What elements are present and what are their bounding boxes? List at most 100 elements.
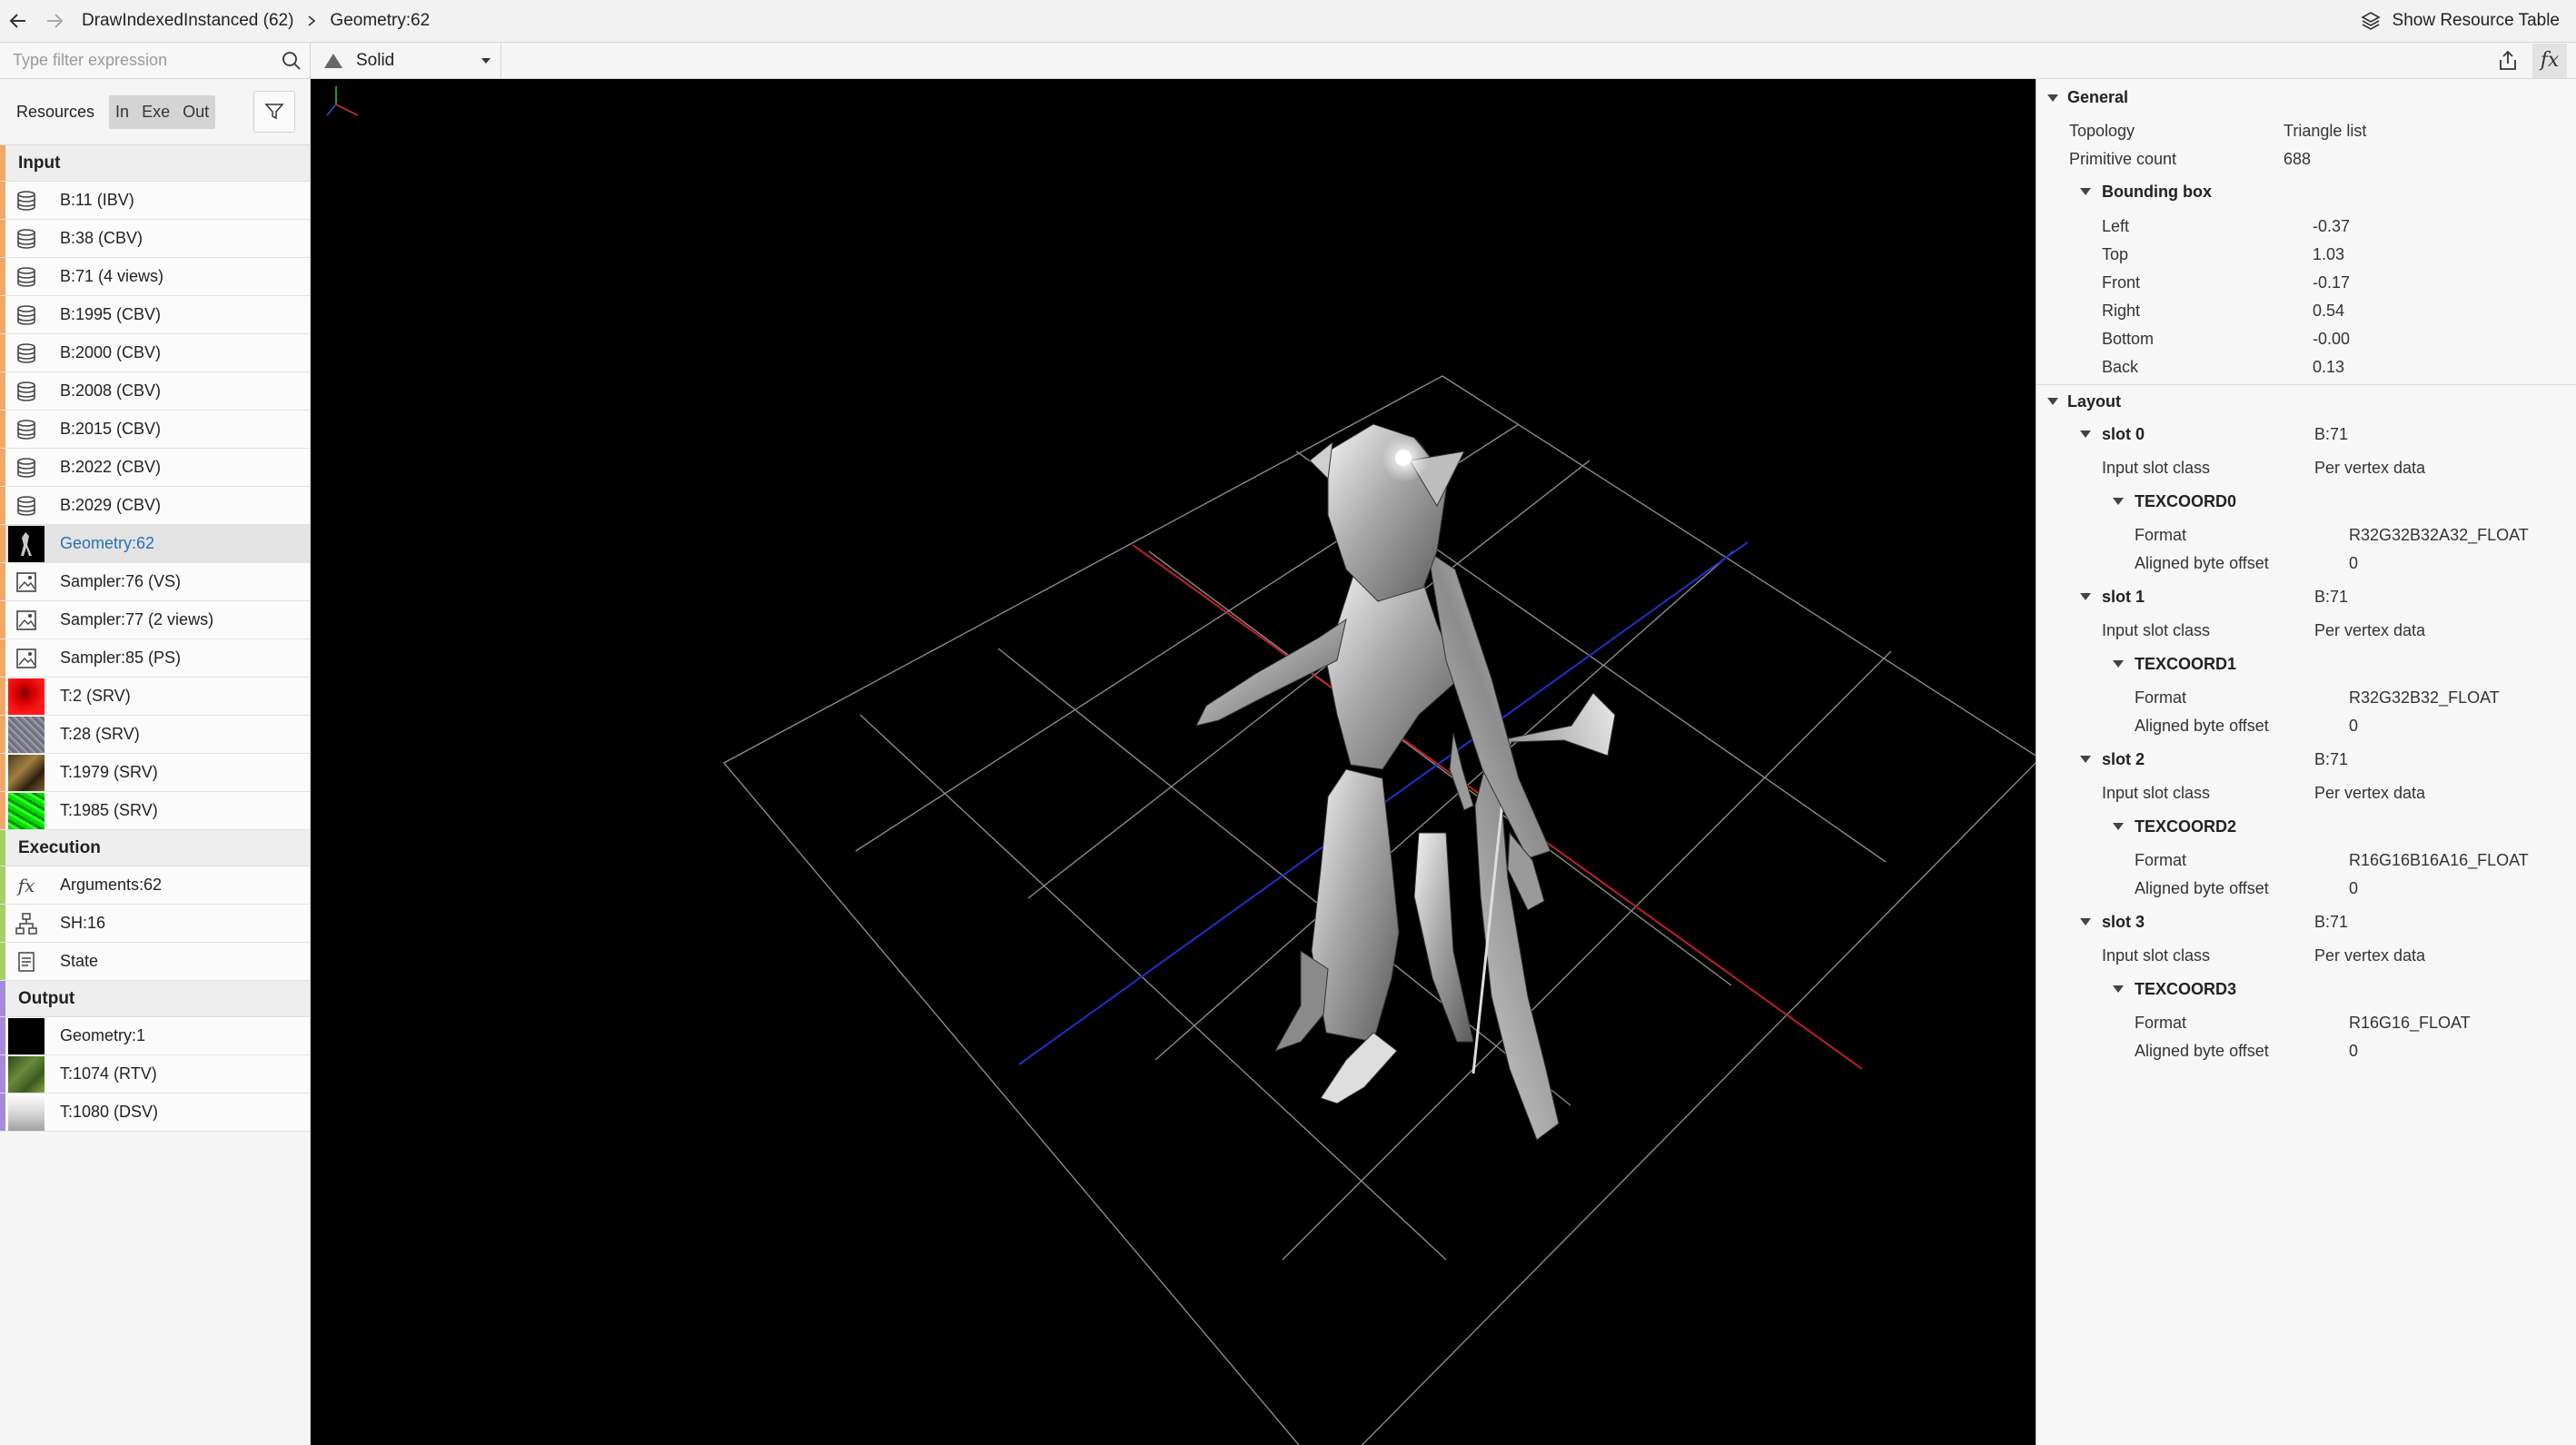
bbox-front-value: -0.17 [2313, 273, 2351, 292]
semantic-name[interactable]: TEXCOORD1 [2135, 655, 2236, 674]
texture-thumbnail [5, 1055, 47, 1093]
expand-semantic-icon[interactable] [2113, 823, 2124, 830]
resource-item[interactable]: T:28 (SRV) [0, 716, 310, 754]
resource-item[interactable]: Sampler:85 (PS) [0, 639, 310, 678]
share-icon [2500, 50, 2516, 70]
fx-button[interactable]: fx [2532, 43, 2567, 78]
slot-buffer: B:71 [2314, 588, 2349, 606]
resource-item[interactable]: State [0, 943, 310, 981]
resource-item-label: T:28 (SRV) [60, 725, 140, 743]
view-mode-dropdown[interactable]: Solid [311, 43, 501, 78]
bbox-right-value: 0.54 [2313, 302, 2345, 320]
bbox-back-key: Back [2102, 358, 2139, 376]
section-divider [2036, 384, 2576, 385]
export-button[interactable] [2491, 44, 2525, 78]
resource-item[interactable]: B:11 (IBV) [0, 182, 310, 220]
breadcrumb-resource[interactable]: Geometry:62 [321, 11, 439, 31]
filter-funnel-button[interactable] [253, 91, 295, 133]
expand-slot-icon[interactable] [2080, 918, 2091, 925]
slot-name[interactable]: slot 3 [2102, 913, 2145, 932]
resource-item-label: State [60, 952, 99, 970]
semantic-name[interactable]: TEXCOORD2 [2135, 817, 2236, 836]
texture-thumbnail [5, 792, 47, 829]
group-label: Input [18, 153, 61, 173]
resource-item[interactable]: Geometry:62 [0, 525, 310, 563]
group-header-execution: Execution [0, 830, 310, 866]
tab-exe[interactable]: Exe [135, 95, 176, 129]
resource-item[interactable]: B:1995 (CBV) [0, 296, 310, 334]
resource-item[interactable]: B:2022 (CBV) [0, 449, 310, 487]
resource-item[interactable]: B:38 (CBV) [0, 220, 310, 258]
bbox-right-key: Right [2102, 302, 2141, 320]
view-toolbar: Solid fx [311, 43, 2576, 79]
expand-general-icon[interactable] [2047, 94, 2058, 102]
semantic-name[interactable]: TEXCOORD0 [2135, 492, 2236, 511]
format-value: R16G16B16A16_FLOAT [2349, 851, 2529, 869]
expand-bounding-box-icon[interactable] [2080, 188, 2091, 195]
resource-item[interactable]: T:1074 (RTV) [0, 1055, 310, 1094]
expand-slot-icon[interactable] [2080, 756, 2091, 763]
bbox-bottom-key: Bottom [2102, 330, 2155, 348]
resource-item[interactable]: B:2000 (CBV) [0, 334, 310, 372]
resource-item[interactable]: B:71 (4 views) [0, 258, 310, 296]
section-layout[interactable]: Layout [2067, 392, 2121, 411]
resource-item-label: SH:16 [60, 914, 106, 932]
slot-name[interactable]: slot 0 [2102, 425, 2145, 444]
resource-item[interactable]: Sampler:77 (2 views) [0, 601, 310, 639]
slot-name[interactable]: slot 2 [2102, 750, 2145, 769]
resource-item[interactable]: B:2008 (CBV) [0, 372, 310, 411]
database-icon [5, 372, 47, 410]
bbox-top-value: 1.03 [2313, 245, 2345, 263]
resource-item[interactable]: Sampler:76 (VS) [0, 563, 310, 601]
bbox-front-key: Front [2102, 273, 2141, 292]
fx-icon: fx [17, 874, 35, 896]
slot-buffer: B:71 [2314, 425, 2349, 443]
geometry-render [326, 86, 2036, 1445]
bbox-bottom-value: -0.00 [2313, 330, 2351, 348]
resource-item[interactable]: B:2015 (CBV) [0, 411, 310, 449]
resource-item-label: Geometry:62 [60, 534, 155, 552]
expand-semantic-icon[interactable] [2113, 660, 2124, 668]
forward-button[interactable] [36, 0, 73, 42]
resource-item-label: Sampler:76 (VS) [60, 572, 182, 590]
slot-class-key: Input slot class [2102, 784, 2211, 802]
primitive-count-key: Primitive count [2069, 150, 2177, 168]
resource-item[interactable]: fx Arguments:62 [0, 866, 310, 905]
geometry-viewport[interactable] [311, 79, 2036, 1445]
resources-tab-group: In Exe Out [109, 94, 216, 129]
slot-name[interactable]: slot 1 [2102, 588, 2145, 607]
expand-semantic-icon[interactable] [2113, 498, 2124, 505]
resources-title: Resources [16, 102, 95, 121]
resource-item-label: T:1080 (DSV) [60, 1103, 159, 1121]
resource-item[interactable]: T:1985 (SRV) [0, 792, 310, 830]
resource-item[interactable]: SH:16 [0, 905, 310, 943]
semantic-name[interactable]: TEXCOORD3 [2135, 980, 2236, 999]
filter-input[interactable] [0, 43, 273, 78]
expand-slot-icon[interactable] [2080, 593, 2091, 600]
back-button[interactable] [0, 0, 36, 42]
resource-item[interactable]: T:1979 (SRV) [0, 754, 310, 792]
fx-icon: fx [2540, 49, 2560, 72]
breadcrumb-event[interactable]: DrawIndexedInstanced (62) [73, 11, 302, 31]
expand-slot-icon[interactable] [2080, 431, 2091, 438]
database-icon [5, 258, 47, 295]
show-resource-table-button[interactable]: Show Resource Table [2360, 10, 2560, 32]
format-value: R16G16_FLOAT [2349, 1014, 2471, 1032]
tab-in[interactable]: In [109, 95, 135, 129]
database-icon [5, 220, 47, 257]
arrow-left-icon [9, 14, 25, 28]
search-icon[interactable] [273, 44, 310, 78]
section-general[interactable]: General [2067, 88, 2128, 107]
resource-item-label: Sampler:85 (PS) [60, 648, 182, 667]
resource-item[interactable]: T:1080 (DSV) [0, 1094, 310, 1132]
bounding-box-header[interactable]: Bounding box [2102, 183, 2212, 202]
hierarchy-icon [5, 905, 47, 942]
resource-item[interactable]: B:2029 (CBV) [0, 487, 310, 525]
funnel-icon [264, 104, 284, 120]
tab-out[interactable]: Out [176, 95, 215, 129]
bbox-left-key: Left [2102, 217, 2130, 235]
resource-item[interactable]: Geometry:1 [0, 1017, 310, 1055]
expand-layout-icon[interactable] [2047, 398, 2058, 405]
resource-item[interactable]: T:2 (SRV) [0, 678, 310, 716]
expand-semantic-icon[interactable] [2113, 985, 2124, 993]
